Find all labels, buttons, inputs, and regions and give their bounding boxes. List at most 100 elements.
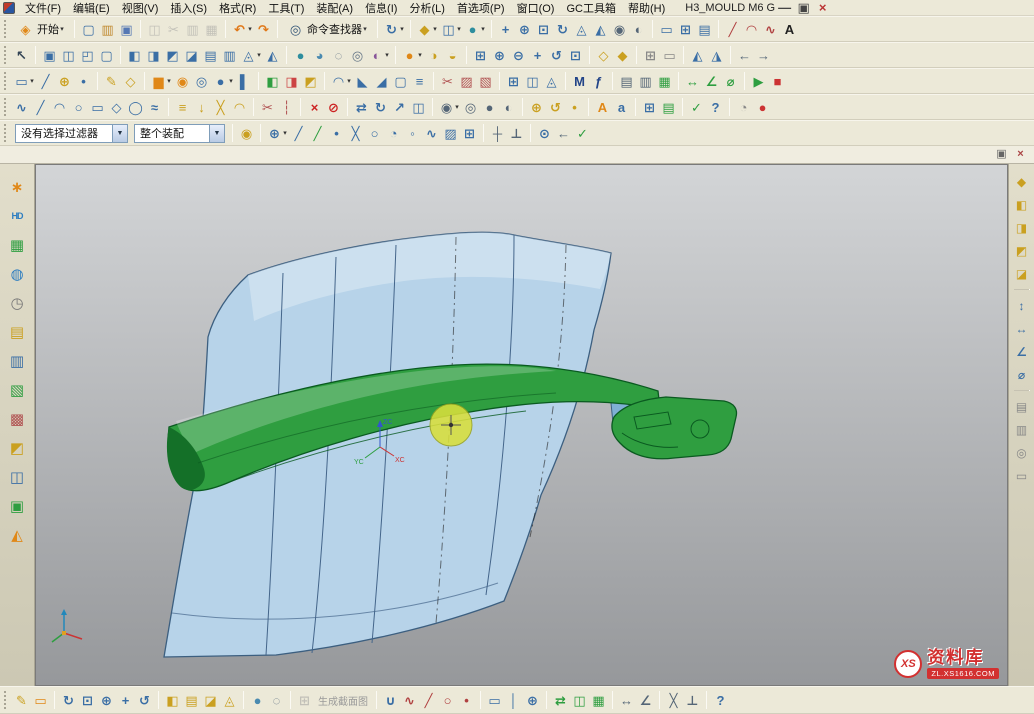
menu-item[interactable]: 编辑(E) bbox=[67, 0, 116, 16]
arc-tool-icon[interactable]: ◠ bbox=[742, 19, 761, 39]
snap-point-dropdown-arrow[interactable]: ▾ bbox=[281, 129, 289, 137]
hole-icon[interactable]: ◎ bbox=[192, 71, 211, 91]
top-view-icon[interactable]: ▤ bbox=[201, 45, 220, 65]
right-view-bottom-icon[interactable]: ◪ bbox=[201, 690, 220, 710]
rotate-bottom-icon[interactable]: ↺ bbox=[135, 690, 154, 710]
restore-part-window-icon[interactable]: ▣ bbox=[992, 147, 1011, 162]
bracket-part[interactable] bbox=[612, 397, 737, 459]
profile-curve-icon[interactable]: ∿ bbox=[12, 97, 31, 117]
angle-bottom-icon[interactable]: ∠ bbox=[636, 690, 655, 710]
pan-icon[interactable]: + bbox=[528, 45, 547, 65]
offset-curve-icon[interactable]: ≡ bbox=[173, 97, 192, 117]
revolve-icon[interactable]: ◉ bbox=[173, 71, 192, 91]
start-menu-button[interactable]: ◈ 开始 ▾ bbox=[12, 19, 70, 39]
ray-traced-studio-icon[interactable]: ◒ bbox=[443, 45, 462, 65]
point-on-face-snap-icon[interactable]: ▨ bbox=[441, 123, 460, 143]
annotation-icon[interactable]: A bbox=[593, 97, 612, 117]
wcs-dynamics-icon[interactable]: ⊕ bbox=[527, 97, 546, 117]
rotate-view-icon[interactable]: ↻ bbox=[553, 19, 572, 39]
previous-window-icon[interactable]: ← bbox=[735, 45, 754, 65]
wcs-origin-icon[interactable]: • bbox=[565, 97, 584, 117]
fit-curve-icon[interactable]: ≈ bbox=[145, 97, 164, 117]
measure-diameter-icon[interactable]: ⌀ bbox=[721, 71, 740, 91]
sketch-icon[interactable]: ✎ bbox=[102, 71, 121, 91]
wireframe-selectable-icon[interactable]: ◎ bbox=[348, 45, 367, 65]
graphics-canvas[interactable]: ZC YC XC bbox=[36, 165, 1007, 685]
pattern-feature-icon[interactable]: ⊞ bbox=[504, 71, 523, 91]
menu-item[interactable]: 信息(I) bbox=[359, 0, 403, 16]
rectangle-curve-icon[interactable]: ▭ bbox=[88, 97, 107, 117]
stop-animation-icon[interactable]: ■ bbox=[768, 71, 787, 91]
iso-cube-right-icon[interactable]: ◆ bbox=[1012, 172, 1032, 191]
edit-object-display-icon[interactable]: ◐ bbox=[499, 97, 518, 117]
thread-icon[interactable]: ≡ bbox=[410, 71, 429, 91]
menu-item[interactable]: 首选项(P) bbox=[451, 0, 511, 16]
plane-bottom-icon[interactable]: ▭ bbox=[485, 690, 504, 710]
help-bottom-icon[interactable]: ? bbox=[711, 690, 730, 710]
datum-right-icon[interactable]: ▭ bbox=[1012, 466, 1032, 485]
line-bottom-icon[interactable]: ╱ bbox=[419, 690, 438, 710]
spline-bottom-icon[interactable]: ∿ bbox=[400, 690, 419, 710]
shaded-display-dropdown-arrow[interactable]: ▾ bbox=[479, 25, 487, 33]
bridge-curve-icon[interactable]: ◠ bbox=[230, 97, 249, 117]
scale-object-icon[interactable]: ↗ bbox=[390, 97, 409, 117]
text-note-icon[interactable]: M bbox=[570, 71, 589, 91]
arc-curve-icon[interactable]: ◠ bbox=[50, 97, 69, 117]
datum-display-icon[interactable]: ▭ bbox=[657, 19, 676, 39]
close-part-window-icon[interactable]: × bbox=[1011, 147, 1030, 162]
undo-dropdown-arrow[interactable]: ▾ bbox=[246, 25, 254, 33]
control-point-snap-icon[interactable]: • bbox=[327, 123, 346, 143]
clip-work-section-icon[interactable]: ◭ bbox=[688, 45, 707, 65]
menu-item[interactable]: GC工具箱 bbox=[560, 0, 622, 16]
draft-icon[interactable]: ◢ bbox=[372, 71, 391, 91]
print-icon[interactable]: ◫ bbox=[145, 19, 164, 39]
move-object-icon[interactable]: ⇄ bbox=[352, 97, 371, 117]
existing-point-snap-icon[interactable]: ◦ bbox=[403, 123, 422, 143]
open-file-icon[interactable]: ▥ bbox=[98, 19, 117, 39]
shaded-bottom-icon[interactable]: ● bbox=[248, 690, 267, 710]
orient-wcs-icon[interactable]: ◇ bbox=[594, 45, 613, 65]
datum-csys-icon[interactable]: ⊕ bbox=[55, 71, 74, 91]
layer-settings-icon[interactable]: ▤ bbox=[695, 19, 714, 39]
intersection-curve-icon[interactable]: ╳ bbox=[211, 97, 230, 117]
right-view-icon[interactable]: ◪ bbox=[182, 45, 201, 65]
work-plane-icon[interactable]: ▭ bbox=[660, 45, 679, 65]
shaded-icon[interactable]: ◕ bbox=[310, 45, 329, 65]
wireframe-dimmed-icon[interactable]: ◌ bbox=[329, 45, 348, 65]
menu-item[interactable]: 格式(R) bbox=[213, 0, 262, 16]
repeat-command-dropdown-arrow[interactable]: ▾ bbox=[398, 25, 406, 33]
command-finder-button[interactable]: ◎ 命令查找器 ▾ bbox=[282, 19, 373, 39]
user-tools-icon[interactable]: ◭ bbox=[4, 524, 30, 546]
tile-horizontal-icon[interactable]: ◫ bbox=[59, 45, 78, 65]
text-tool-icon[interactable]: A bbox=[780, 19, 799, 39]
circle-bottom-icon[interactable]: ○ bbox=[438, 690, 457, 710]
patch-body-icon[interactable]: ▧ bbox=[476, 71, 495, 91]
top-view-bottom-icon[interactable]: ▤ bbox=[182, 690, 201, 710]
wireframe-bottom-icon[interactable]: ◌ bbox=[267, 690, 286, 710]
trimetric-view-icon[interactable]: ◭ bbox=[263, 45, 282, 65]
snapshot-icon[interactable]: ◉ bbox=[610, 19, 629, 39]
minimize-window-icon[interactable]: — bbox=[775, 0, 794, 18]
arc-center-snap-icon[interactable]: ○ bbox=[365, 123, 384, 143]
fit-view-bottom-icon[interactable]: ⊡ bbox=[78, 690, 97, 710]
project-curve-icon[interactable]: ↓ bbox=[192, 97, 211, 117]
offset-face-icon[interactable]: ◬ bbox=[542, 71, 561, 91]
rib-icon[interactable]: ▌ bbox=[235, 71, 254, 91]
note-text-icon[interactable]: a bbox=[612, 97, 631, 117]
side-cube-right-icon[interactable]: ◩ bbox=[1012, 241, 1032, 260]
pan-view-icon[interactable]: + bbox=[496, 19, 515, 39]
rotate-icon[interactable]: ↺ bbox=[547, 45, 566, 65]
toolbar-grip[interactable] bbox=[4, 691, 7, 709]
top-cube-right-icon[interactable]: ◨ bbox=[1012, 218, 1032, 237]
highlight-toggle-icon[interactable]: ◉ bbox=[237, 123, 256, 143]
pan-bottom-icon[interactable]: + bbox=[116, 690, 135, 710]
back-view-icon[interactable]: ◨ bbox=[144, 45, 163, 65]
menu-item[interactable]: 文件(F) bbox=[19, 0, 67, 16]
diameter-dim-right-icon[interactable]: ⌀ bbox=[1012, 365, 1032, 384]
spreadsheet-icon[interactable]: ▦ bbox=[655, 71, 674, 91]
close-window-icon[interactable]: × bbox=[813, 0, 832, 18]
snap-toggle-bottom-icon[interactable]: ╳ bbox=[664, 690, 683, 710]
check-mate-icon[interactable]: ? bbox=[706, 97, 725, 117]
system-materials-icon[interactable]: ◩ bbox=[4, 437, 30, 459]
show-object-icon[interactable]: ● bbox=[480, 97, 499, 117]
